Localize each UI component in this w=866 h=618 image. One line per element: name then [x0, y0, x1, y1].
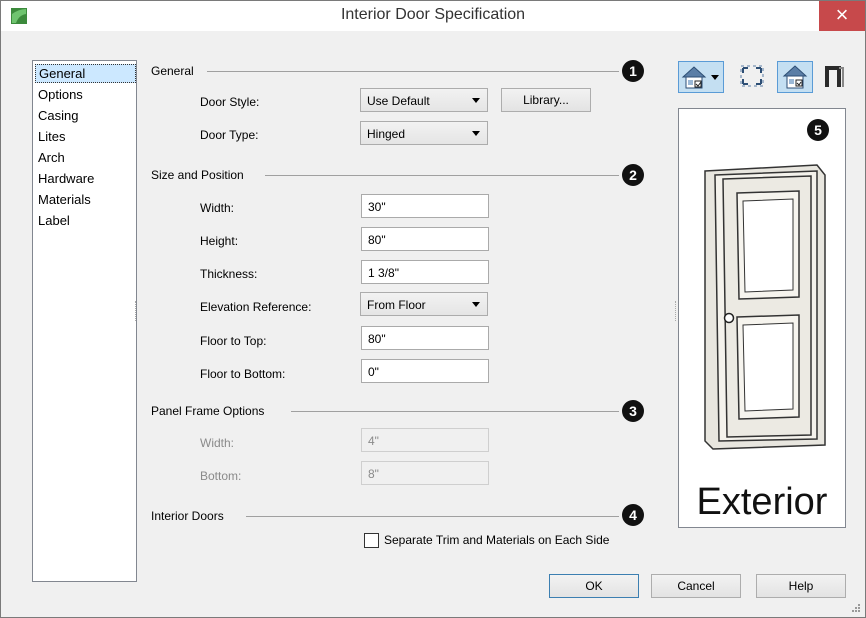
resize-grip-icon[interactable]: [851, 603, 861, 613]
color-toggle-icon: [782, 65, 808, 89]
callout-marker-2: 2: [622, 164, 644, 186]
casing-toggle-icon: [825, 66, 844, 87]
callout-marker-1: 1: [622, 60, 644, 82]
chevron-down-icon: [472, 302, 480, 307]
floor-to-bottom-label: Floor to Bottom:: [200, 367, 286, 381]
dialog-window: Interior Door Specification × General Op…: [0, 0, 866, 618]
floor-to-top-input[interactable]: 80": [361, 326, 489, 350]
door-preview-image: [704, 164, 826, 450]
sidebar-item-label[interactable]: Label: [35, 211, 134, 230]
sidebar-item-lites[interactable]: Lites: [35, 127, 134, 146]
sidebar-item-materials[interactable]: Materials: [35, 190, 134, 209]
ok-button[interactable]: OK: [549, 574, 639, 598]
chevron-down-icon: [472, 98, 480, 103]
section-general-heading: General: [151, 64, 194, 78]
library-button[interactable]: Library...: [501, 88, 591, 112]
sidebar-item-hardware[interactable]: Hardware: [35, 169, 134, 188]
door-style-label: Door Style:: [200, 95, 260, 109]
casing-toggle-button[interactable]: [819, 61, 849, 93]
elevation-reference-dropdown[interactable]: From Floor: [360, 292, 488, 316]
sidebar-item-casing[interactable]: Casing: [35, 106, 134, 125]
width-label: Width:: [200, 201, 235, 215]
fill-window-button[interactable]: [735, 61, 771, 93]
height-input[interactable]: 80": [361, 227, 489, 251]
color-toggle-button[interactable]: [777, 61, 813, 93]
splitter-right[interactable]: [675, 301, 677, 321]
chevron-down-icon: [472, 131, 480, 136]
section-panel-frame-heading: Panel Frame Options: [151, 404, 265, 418]
category-list: General Options Casing Lites Arch Hardwa…: [32, 60, 137, 582]
section-interior-doors-heading: Interior Doors: [151, 509, 224, 523]
separate-trim-checkbox[interactable]: [364, 533, 379, 548]
door-style-value: Use Default: [367, 94, 430, 108]
elevation-reference-value: From Floor: [367, 298, 426, 312]
help-button[interactable]: Help: [756, 574, 846, 598]
thickness-input[interactable]: 1 3/8": [361, 260, 489, 284]
door-style-dropdown[interactable]: Use Default: [360, 88, 488, 112]
section-divider: [207, 71, 619, 72]
sidebar-item-options[interactable]: Options: [35, 85, 134, 104]
floor-to-bottom-input[interactable]: 0": [361, 359, 489, 383]
height-label: Height:: [200, 234, 239, 248]
panel-width-input: 4": [361, 428, 489, 452]
title-bar: Interior Door Specification ×: [1, 1, 865, 31]
splitter-left[interactable]: [135, 301, 137, 321]
door-type-dropdown[interactable]: Hinged: [360, 121, 488, 145]
door-preview-panel: 5 Exterior: [678, 108, 846, 528]
separate-trim-label[interactable]: Separate Trim and Materials on Each Side: [384, 533, 609, 547]
thickness-label: Thickness:: [200, 267, 258, 281]
callout-marker-4: 4: [622, 504, 644, 526]
sidebar-item-general[interactable]: General: [35, 64, 136, 83]
door-type-value: Hinged: [367, 127, 406, 141]
panel-width-label: Width:: [200, 436, 235, 450]
sidebar-item-arch[interactable]: Arch: [35, 148, 134, 167]
section-divider: [246, 516, 619, 517]
door-type-label: Door Type:: [200, 128, 259, 142]
section-size-position-heading: Size and Position: [151, 168, 244, 182]
cancel-button[interactable]: Cancel: [651, 574, 741, 598]
panel-bottom-label: Bottom:: [200, 469, 242, 483]
section-divider: [291, 411, 619, 412]
view-type-button[interactable]: [678, 61, 724, 93]
section-divider: [265, 175, 619, 176]
preview-caption: Exterior: [696, 481, 828, 523]
panel-bottom-input: 8": [361, 461, 489, 485]
house-view-icon: [681, 66, 719, 89]
fill-window-icon: [740, 65, 764, 87]
callout-marker-3: 3: [622, 400, 644, 422]
width-input[interactable]: 30": [361, 194, 489, 218]
close-icon: ×: [835, 2, 849, 27]
callout-marker-5: 5: [807, 119, 829, 141]
floor-to-top-label: Floor to Top:: [200, 334, 267, 348]
elevation-reference-label: Elevation Reference:: [200, 300, 312, 314]
window-title: Interior Door Specification: [340, 6, 526, 23]
close-button[interactable]: ×: [819, 1, 865, 31]
